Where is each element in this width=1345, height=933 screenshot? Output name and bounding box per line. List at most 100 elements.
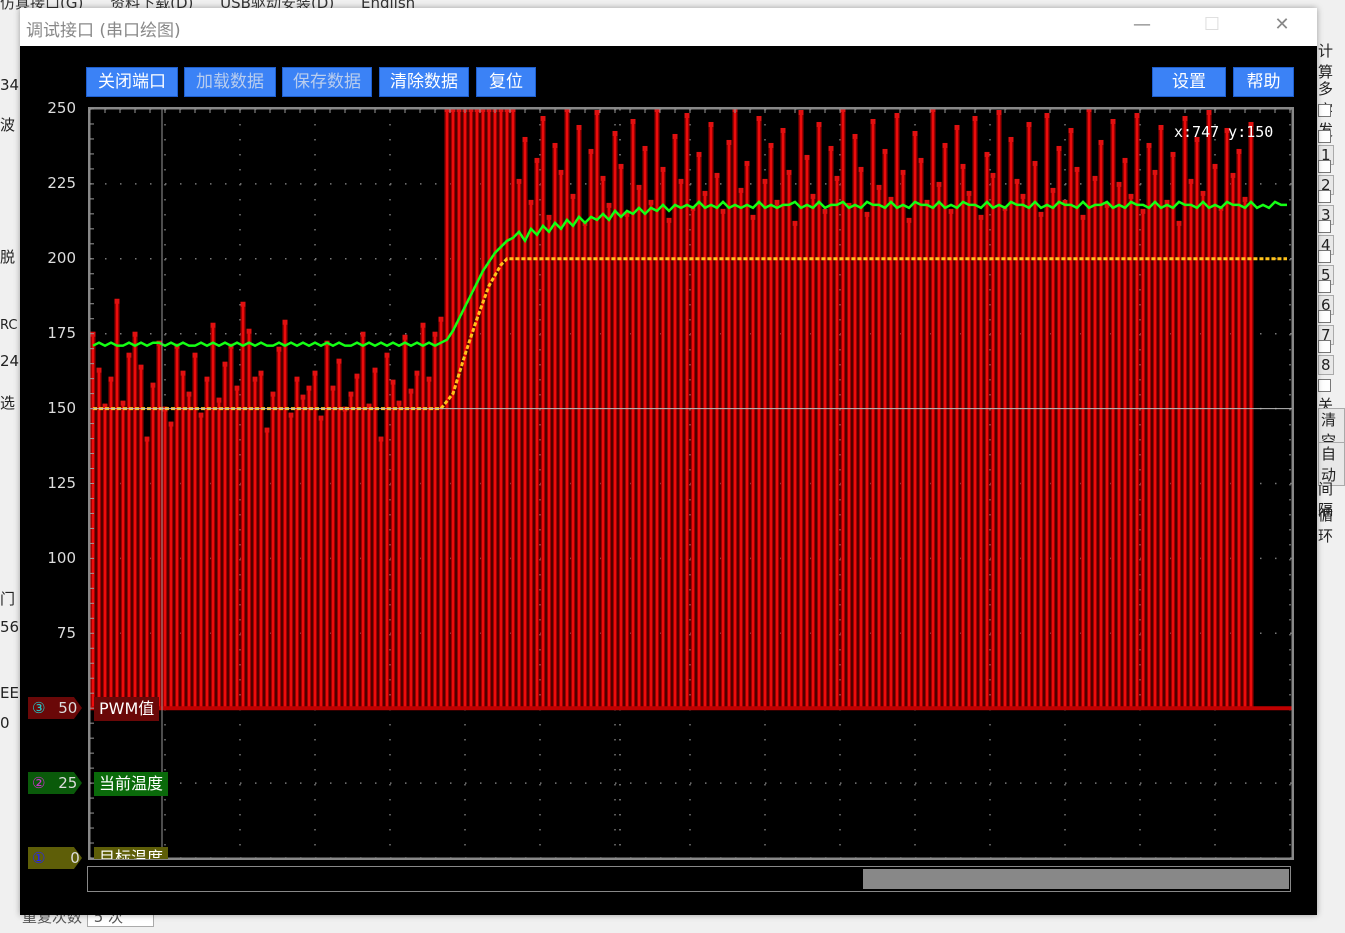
bg-text: 计算 [1318,42,1334,81]
send-row[interactable]: 8 [1318,337,1345,375]
pwm-marker [750,214,756,220]
pwm-marker [816,121,822,127]
series-label-pwm: PWM值 [94,697,160,721]
pwm-marker [108,376,114,382]
pwm-marker [972,115,978,121]
pwm-marker [918,157,924,163]
channel-3-tag[interactable]: ③ 50 [28,697,82,719]
pwm-marker [912,130,918,136]
y-tick-label: 200 [47,249,76,267]
pwm-marker [864,211,870,217]
checkbox[interactable] [1318,340,1331,353]
pwm-marker [858,166,864,172]
channel-1-tag[interactable]: ① 0 [28,847,82,869]
checkbox[interactable] [1318,104,1331,117]
pwm-marker [372,367,378,373]
pwm-marker [1074,166,1080,172]
checkbox[interactable] [1318,310,1331,323]
pwm-marker [810,193,816,199]
pwm-marker [294,376,300,382]
pwm-marker [618,163,624,169]
maximize-button[interactable]: ☐ [1192,14,1232,35]
pwm-marker [870,118,876,124]
pwm-marker [588,148,594,154]
checkbox[interactable] [1318,280,1331,293]
load-data-button[interactable]: 加载数据 [184,67,276,97]
pwm-marker [966,190,972,196]
pwm-marker [138,364,144,370]
horizontal-scrollbar[interactable] [87,866,1291,892]
pwm-marker [1044,112,1050,118]
pwm-marker [1140,208,1146,214]
channel-2-offset: 25 [58,774,78,792]
plot-area[interactable] [88,107,1294,860]
pwm-marker [180,370,186,376]
close-port-button[interactable]: 关闭端口 [86,67,178,97]
pwm-marker [684,112,690,118]
pwm-marker [528,199,534,205]
pwm-marker [378,436,384,442]
pwm-marker [96,367,102,373]
pwm-marker [318,415,324,421]
pwm-marker [1014,178,1020,184]
pwm-marker [630,118,636,124]
pwm-marker [438,316,444,322]
pwm-marker [1230,172,1236,178]
checkbox[interactable] [1318,379,1331,392]
scrollbar-thumb[interactable] [863,869,1289,889]
pwm-marker [678,178,684,184]
pwm-marker [1182,115,1188,121]
pwm-marker [252,376,258,382]
pwm-marker [804,154,810,160]
pwm-marker [1128,193,1134,199]
checkbox[interactable] [1318,220,1331,233]
pwm-marker [1236,148,1242,154]
pwm-marker [894,112,900,118]
bg-text: RC [0,318,18,333]
pwm-marker [936,181,942,187]
checkbox[interactable] [1318,190,1331,203]
minimize-button[interactable]: — [1122,14,1162,35]
close-button[interactable]: ✕ [1262,14,1302,35]
help-button[interactable]: 帮助 [1233,67,1294,97]
pwm-marker [612,130,618,136]
checkbox[interactable] [1318,250,1331,263]
pwm-marker [720,208,726,214]
bg-text: 56 [0,618,20,636]
bg-text: 脱 [0,248,16,266]
pwm-marker [822,208,828,214]
pwm-marker [990,172,996,178]
pwm-marker [756,115,762,121]
pwm-marker [1092,175,1098,181]
pwm-marker [744,160,750,166]
pwm-marker [876,184,882,190]
pwm-marker [768,142,774,148]
pwm-marker [210,322,216,328]
y-tick-label: 100 [47,549,76,567]
pwm-marker [708,121,714,127]
checkbox[interactable] [1318,160,1331,173]
clear-data-button[interactable]: 清除数据 [379,67,469,97]
pwm-marker [420,322,426,328]
reset-button[interactable]: 复位 [476,67,536,97]
pwm-marker [114,298,120,304]
pwm-marker [384,352,390,358]
pwm-marker [546,214,552,220]
channel-2-tag[interactable]: ② 25 [28,772,82,794]
pwm-marker [1200,190,1206,196]
pwm-marker [1026,121,1032,127]
serial-plot-window: 调试接口 (串口绘图) — ☐ ✕ 关闭端口 加载数据 保存数据 清除数据 复位… [20,8,1317,915]
pwm-marker [774,199,780,205]
pwm-marker [132,331,138,337]
send-row-button[interactable]: 8 [1318,355,1334,375]
pwm-marker [828,145,834,151]
pwm-marker [396,400,402,406]
settings-button[interactable]: 设置 [1152,67,1226,97]
pwm-marker [534,157,540,163]
channel-1-offset: 0 [70,849,80,867]
pwm-marker [264,427,270,433]
y-tick-label: 75 [56,624,76,642]
save-data-button[interactable]: 保存数据 [282,67,372,97]
checkbox[interactable] [1318,130,1331,143]
pwm-marker [642,145,648,151]
